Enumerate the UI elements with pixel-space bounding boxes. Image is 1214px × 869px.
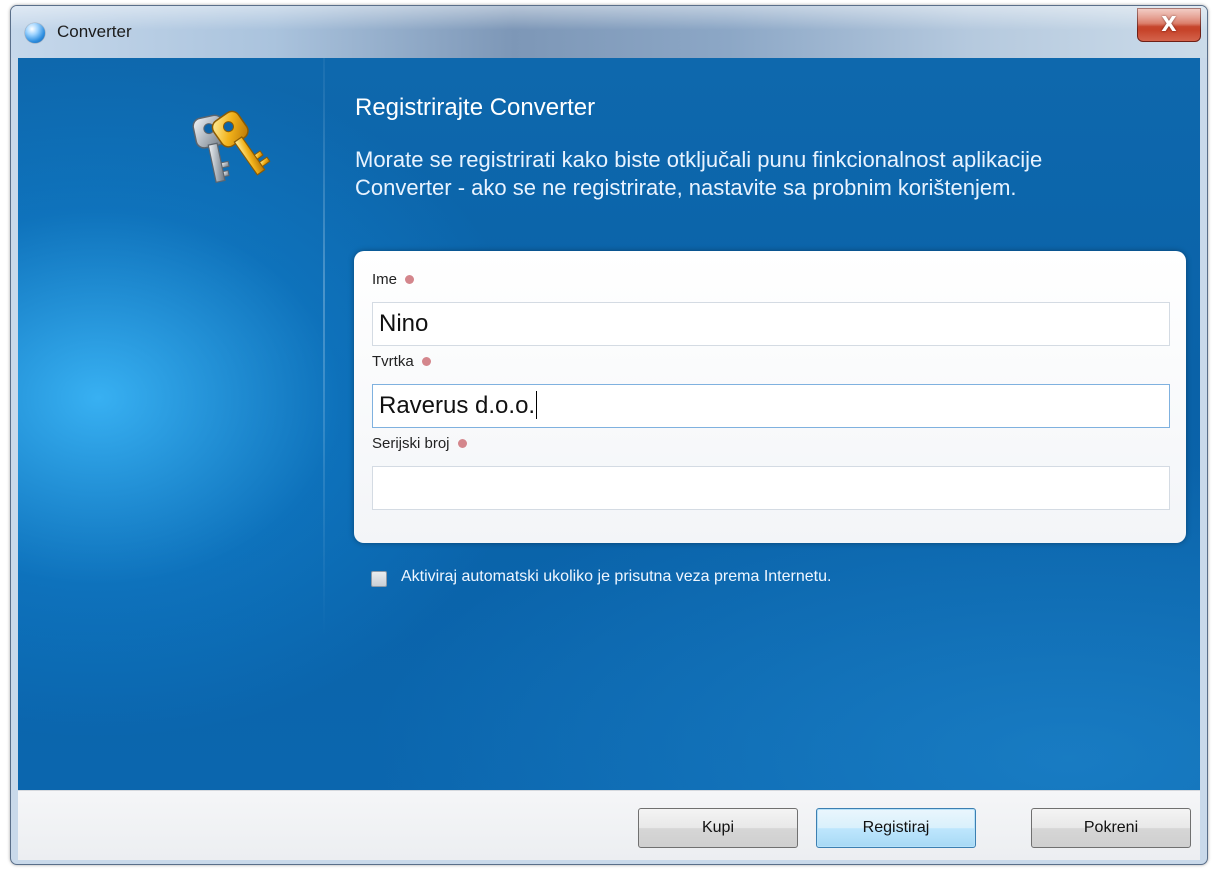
auto-activate-checkbox[interactable] <box>371 571 387 587</box>
name-label: Ime <box>372 271 415 288</box>
auto-activate-label[interactable]: Aktiviraj automatski ukoliko je prisutna… <box>401 568 831 586</box>
required-marker <box>457 438 467 448</box>
required-marker <box>405 274 415 284</box>
name-label-text: Ime <box>372 271 398 288</box>
registration-panel: Registrirajte Converter Morate se regist… <box>18 58 1200 790</box>
serial-label: Serijski broj <box>372 435 467 452</box>
serial-input[interactable] <box>372 466 1170 510</box>
company-input-value: Raverus d.o.o. <box>379 392 536 419</box>
required-marker <box>421 356 431 366</box>
name-input[interactable]: Nino <box>372 302 1170 346</box>
window-title: Converter <box>57 22 132 41</box>
close-button[interactable]: X <box>1137 8 1201 42</box>
text-caret <box>536 390 538 419</box>
description-line-1: Morate se registrirati kako biste otklju… <box>355 147 1043 172</box>
app-globe-icon <box>25 23 45 43</box>
description: Morate se registrirati kako biste otklju… <box>355 146 1155 202</box>
divider <box>323 58 325 638</box>
page-title: Registrirajte Converter <box>355 94 596 121</box>
button-bar: Kupi Registiraj Pokreni <box>18 790 1200 860</box>
company-label-text: Tvrtka <box>372 353 414 370</box>
buy-button[interactable]: Kupi <box>638 808 798 848</box>
converter-window: Converter X Registrirajte Converter Mora… <box>10 5 1208 865</box>
serial-label-text: Serijski broj <box>372 435 450 452</box>
company-input[interactable]: Raverus d.o.o. <box>372 384 1170 428</box>
run-button[interactable]: Pokreni <box>1031 808 1191 848</box>
registration-form: Ime Nino Tvrtka Raverus d.o.o. Serijski … <box>354 251 1186 543</box>
register-button[interactable]: Registiraj <box>816 808 976 848</box>
close-icon: X <box>1161 12 1177 36</box>
keys-icon <box>192 110 271 184</box>
company-label: Tvrtka <box>372 353 431 370</box>
title-bar[interactable]: Converter X <box>11 6 1207 58</box>
description-line-2: Converter - ako se ne registrirate, nast… <box>355 175 1017 200</box>
